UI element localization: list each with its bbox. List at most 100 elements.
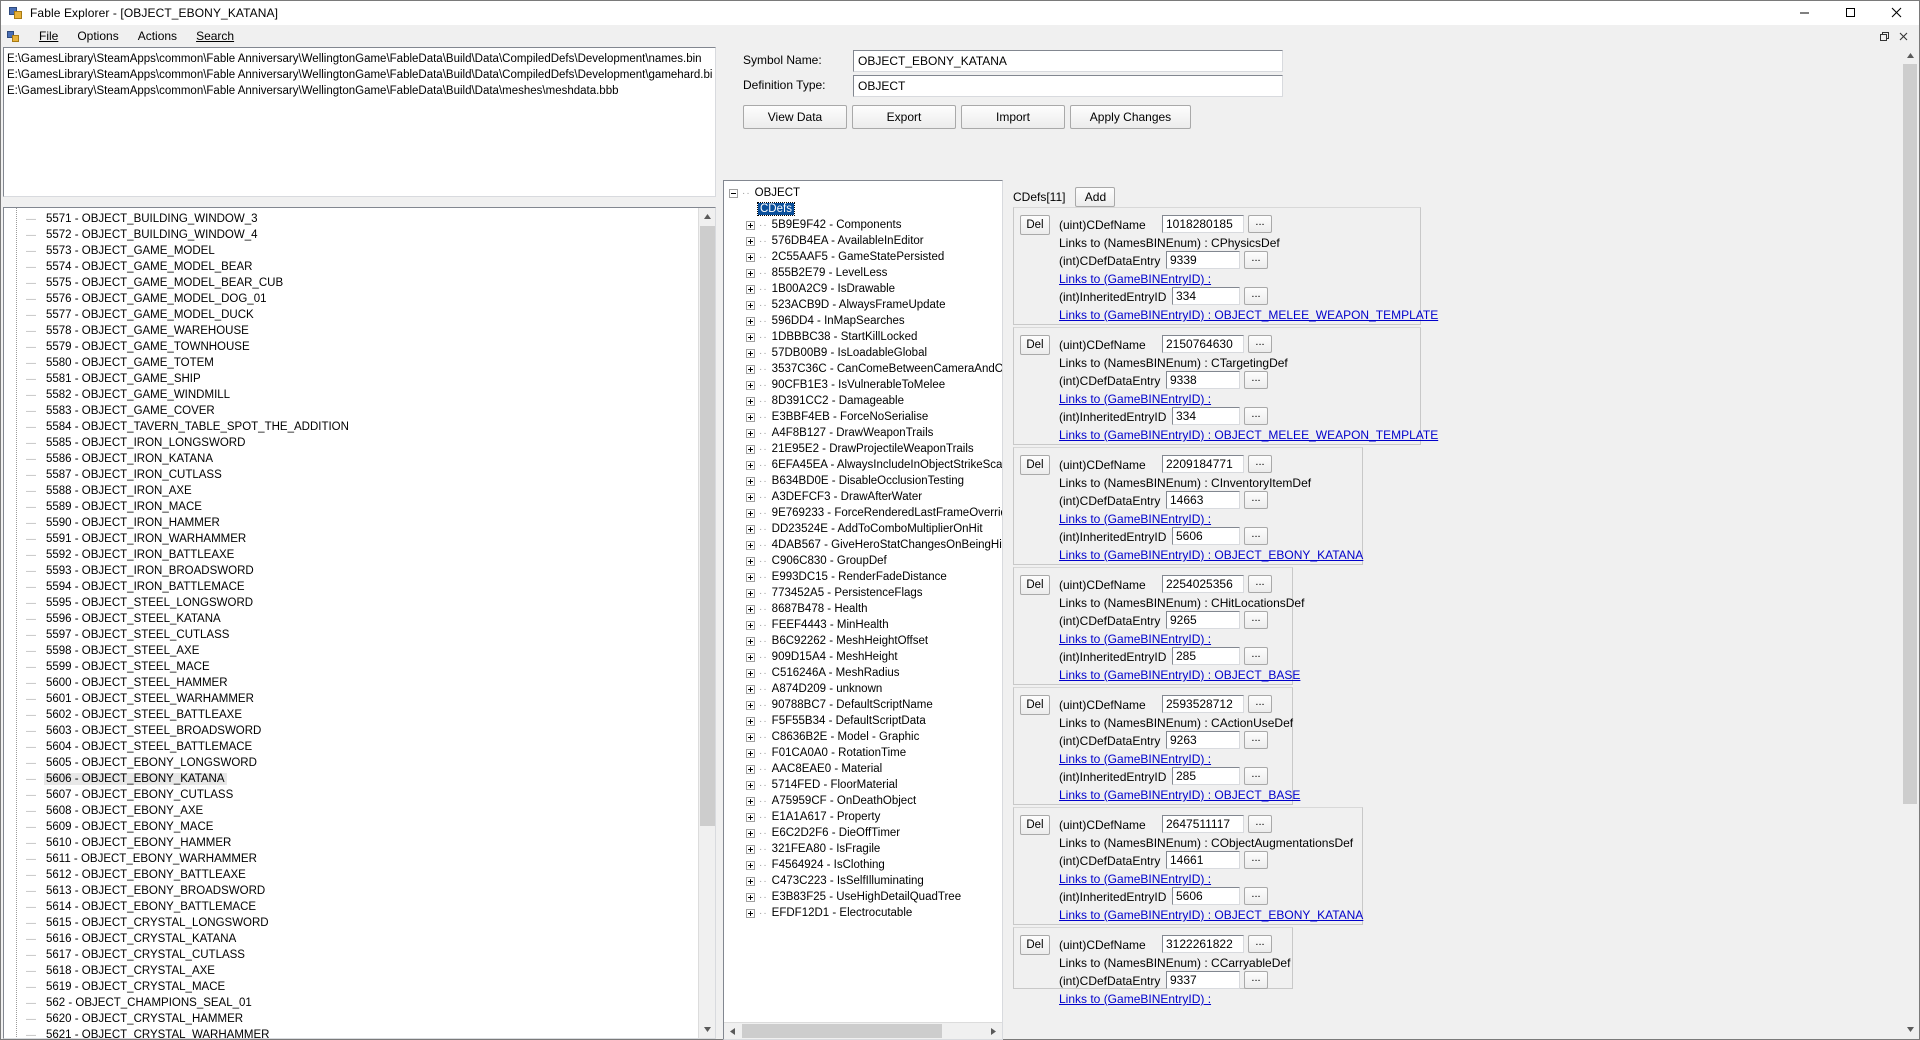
cdef-data-entry-browse-button[interactable]: ... [1244,251,1268,269]
definition-tree-item[interactable]: ·· C516246A - MeshRadius [724,665,1002,681]
definition-tree-item[interactable]: ·· 596DD4 - InMapSearches [724,313,1002,329]
symbol-tree-item[interactable]: — 5605 - OBJECT_EBONY_LONGSWORD [4,755,697,771]
definition-tree-item[interactable]: ·· 4DAB567 - GiveHeroStatChangesOnBeingHi… [724,537,1002,553]
delete-cdef-button[interactable]: Del [1020,695,1050,715]
symbol-tree-item[interactable]: — 5604 - OBJECT_STEEL_BATTLEMACE [4,739,697,755]
cdef-name-browse-button[interactable]: ... [1248,575,1272,593]
expand-icon[interactable] [746,444,755,454]
inherited-entry-browse-button[interactable]: ... [1244,527,1268,545]
cdef-data-entry-input[interactable]: 9338 [1166,371,1240,389]
definition-tree-item[interactable]: ·· 523ACB9D - AlwaysFrameUpdate [724,297,1002,313]
symbol-tree-item[interactable]: — 5618 - OBJECT_CRYSTAL_AXE [4,963,697,979]
expand-icon[interactable] [746,476,755,486]
delete-cdef-button[interactable]: Del [1020,335,1050,355]
menu-file[interactable]: File [30,26,68,46]
expand-icon[interactable] [746,348,755,358]
cdef-data-entry-link[interactable]: Links to (GameBINEntryID) : [1059,992,1211,1006]
definition-tree-item[interactable]: ·· 576DB4EA - AvailableInEditor [724,233,1002,249]
menu-options[interactable]: Options [68,26,128,46]
cdef-data-entry-browse-button[interactable]: ... [1244,971,1268,989]
definition-tree-item[interactable]: ·· A75959CF - OnDeathObject [724,793,1002,809]
expand-icon[interactable] [746,732,755,742]
expand-icon[interactable] [746,796,755,806]
menu-search[interactable]: Search [187,26,244,46]
cdef-name-browse-button[interactable]: ... [1248,335,1272,353]
hscroll-left-icon[interactable] [724,1023,741,1039]
symbol-tree-item[interactable]: — 5599 - OBJECT_STEEL_MACE [4,659,697,675]
cdef-name-browse-button[interactable]: ... [1248,935,1272,953]
cdef-name-browse-button[interactable]: ... [1248,215,1272,233]
expand-icon[interactable] [746,764,755,774]
expand-icon[interactable] [746,556,755,566]
expand-icon[interactable] [746,620,755,630]
cdef-data-entry-browse-button[interactable]: ... [1244,731,1268,749]
cdef-name-input[interactable]: 2150764630 [1162,335,1244,353]
definition-tree-item[interactable]: ·· 6EFA45EA - AlwaysIncludeInObjectStrike… [724,457,1002,473]
definition-tree-item[interactable]: ·· 1DBBBC38 - StartKillLocked [724,329,1002,345]
symbol-tree-item[interactable]: — 5589 - OBJECT_IRON_MACE [4,499,697,515]
expand-icon[interactable] [746,652,755,662]
expand-icon[interactable] [746,604,755,614]
cdef-data-entry-link[interactable]: Links to (GameBINEntryID) : [1059,512,1211,526]
cdef-data-entry-browse-button[interactable]: ... [1244,611,1268,629]
symbol-tree-item[interactable]: — 5612 - OBJECT_EBONY_BATTLEAXE [4,867,697,883]
symbol-tree-item[interactable]: — 5611 - OBJECT_EBONY_WARHAMMER [4,851,697,867]
definition-tree-item[interactable]: ·· 909D15A4 - MeshHeight [724,649,1002,665]
symbol-tree-item[interactable]: — 5571 - OBJECT_BUILDING_WINDOW_3 [4,211,697,227]
delete-cdef-button[interactable]: Del [1020,455,1050,475]
symbol-tree-scrollbar[interactable] [698,208,715,1038]
minimize-button[interactable] [1781,1,1827,25]
symbol-tree-item[interactable]: — 5577 - OBJECT_GAME_MODEL_DUCK [4,307,697,323]
symbol-tree-item[interactable]: — 5606 - OBJECT_EBONY_KATANA [4,771,697,787]
expand-icon[interactable] [746,876,755,886]
cdef-data-entry-input[interactable]: 14663 [1166,491,1240,509]
main-window-scrollbar[interactable] [1902,47,1918,1037]
expand-icon[interactable] [746,524,755,534]
symbol-tree-item[interactable]: — 562 - OBJECT_CHAMPIONS_SEAL_01 [4,995,697,1011]
scroll-up-icon[interactable] [699,208,715,225]
inherited-entry-browse-button[interactable]: ... [1244,887,1268,905]
symbol-tree-item[interactable]: — 5575 - OBJECT_GAME_MODEL_BEAR_CUB [4,275,697,291]
expand-icon[interactable] [746,508,755,518]
cdef-name-input[interactable]: 2209184771 [1162,455,1244,473]
definition-tree-item[interactable]: ·· E3B83F25 - UseHighDetailQuadTree [724,889,1002,905]
symbol-tree-item[interactable]: — 5609 - OBJECT_EBONY_MACE [4,819,697,835]
symbol-tree-item[interactable]: — 5578 - OBJECT_GAME_WAREHOUSE [4,323,697,339]
definition-tree-item[interactable]: ·· DD23524E - AddToComboMultiplierOnHit [724,521,1002,537]
mdi-close-button[interactable] [1894,27,1913,45]
inherited-entry-link[interactable]: Links to (GameBINEntryID) : OBJECT_BASE [1059,668,1300,682]
expand-icon[interactable] [746,268,755,278]
expand-icon[interactable] [746,428,755,438]
expand-icon[interactable] [746,220,755,230]
symbol-tree-item[interactable]: — 5621 - OBJECT_CRYSTAL_WARHAMMER [4,1027,697,1038]
hscroll-thumb[interactable] [742,1024,942,1038]
definition-tree-item[interactable]: ·· 773452A5 - PersistenceFlags [724,585,1002,601]
cdef-data-entry-input[interactable]: 9263 [1166,731,1240,749]
cdef-data-entry-link[interactable]: Links to (GameBINEntryID) : [1059,872,1211,886]
collapse-icon[interactable] [729,188,738,198]
definition-tree-item[interactable]: ·· 321FEA80 - IsFragile [724,841,1002,857]
maximize-button[interactable] [1827,1,1873,25]
definition-tree-item[interactable]: ·· B6C92262 - MeshHeightOffset [724,633,1002,649]
definition-tree-item[interactable]: ·· 8D391CC2 - Damageable [724,393,1002,409]
expand-icon[interactable] [746,300,755,310]
loaded-files-textbox[interactable]: E:\GamesLibrary\SteamApps\common\Fable A… [3,47,716,197]
close-button[interactable] [1873,1,1919,25]
definition-tree-item[interactable]: ·· F4564924 - IsClothing [724,857,1002,873]
symbol-tree-item[interactable]: — 5572 - OBJECT_BUILDING_WINDOW_4 [4,227,697,243]
expand-icon[interactable] [746,700,755,710]
symbol-tree-item[interactable]: — 5581 - OBJECT_GAME_SHIP [4,371,697,387]
definition-tree-item[interactable]: ·· C473C223 - IsSelfIlluminating [724,873,1002,889]
expand-icon[interactable] [746,380,755,390]
symbol-tree-item[interactable]: — 5610 - OBJECT_EBONY_HAMMER [4,835,697,851]
definition-tree-item[interactable]: ·· 8687B478 - Health [724,601,1002,617]
definition-tree-item[interactable]: ·· 57DB00B9 - IsLoadableGlobal [724,345,1002,361]
definition-tree-hscrollbar[interactable] [724,1022,1002,1039]
symbol-tree-item[interactable]: — 5595 - OBJECT_STEEL_LONGSWORD [4,595,697,611]
definition-tree-item[interactable]: ·· 5B9E9F42 - Components [724,217,1002,233]
expand-icon[interactable] [746,828,755,838]
symbol-tree-item[interactable]: — 5579 - OBJECT_GAME_TOWNHOUSE [4,339,697,355]
symbol-tree-item[interactable]: — 5592 - OBJECT_IRON_BATTLEAXE [4,547,697,563]
definition-tree-item[interactable]: ·· E993DC15 - RenderFadeDistance [724,569,1002,585]
symbol-tree-item[interactable]: — 5573 - OBJECT_GAME_MODEL [4,243,697,259]
